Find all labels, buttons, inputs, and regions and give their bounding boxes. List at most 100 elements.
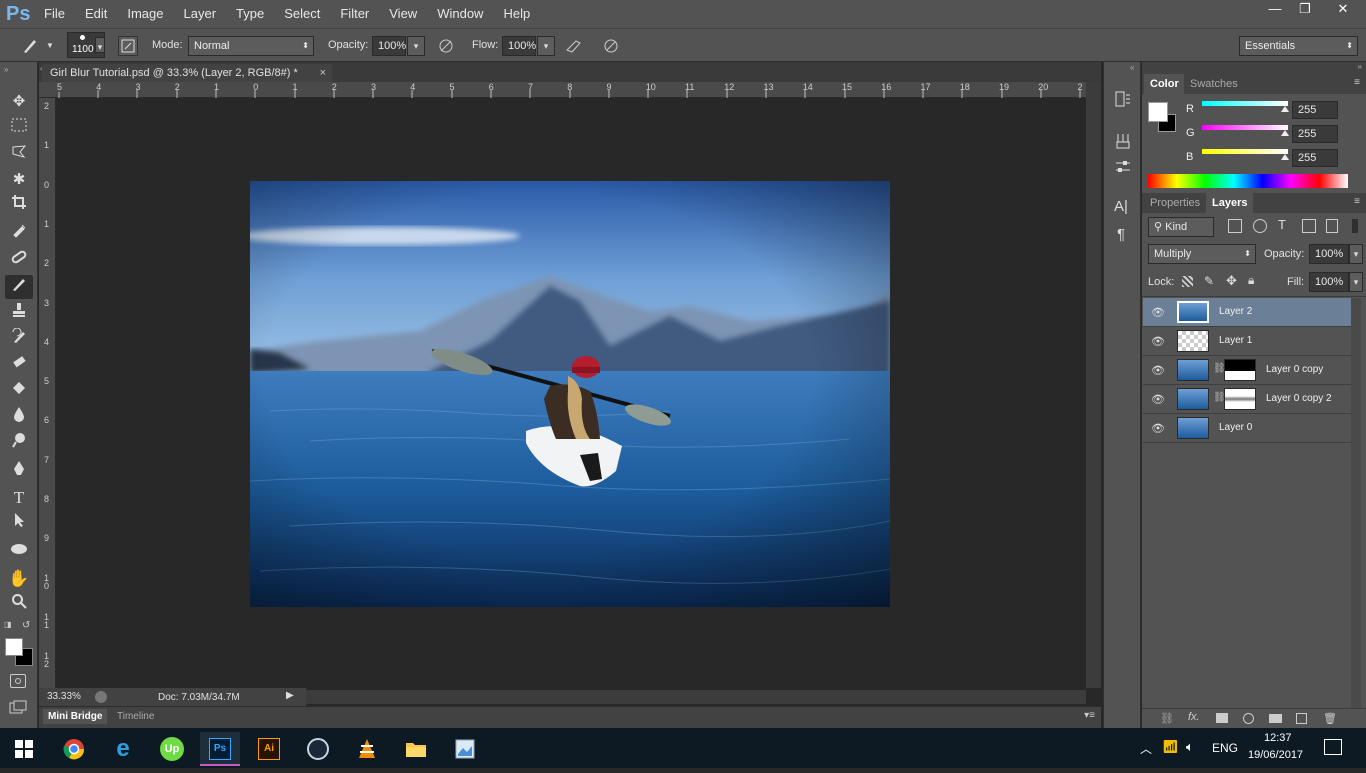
b-value-input[interactable]: 255	[1292, 149, 1338, 167]
status-menu-arrow-icon[interactable]: ▶	[286, 690, 294, 701]
zoom-tool-icon[interactable]	[5, 593, 33, 617]
new-group-icon[interactable]	[1269, 714, 1282, 723]
layer-name[interactable]: Layer 2	[1219, 306, 1252, 317]
path-selection-tool-icon[interactable]	[5, 512, 33, 536]
layer-opacity-input[interactable]: 100%	[1309, 244, 1349, 264]
lock-pixels-icon[interactable]: ✎	[1204, 274, 1214, 288]
foreground-color-swatch[interactable]	[5, 638, 23, 656]
visibility-eye-icon[interactable]: 👁︎	[1151, 422, 1165, 435]
layer-name[interactable]: Layer 1	[1219, 335, 1252, 346]
layer-mask-thumbnail[interactable]	[1224, 388, 1256, 410]
history-brush-tool-icon[interactable]	[5, 327, 33, 352]
photoshop-taskbar-icon[interactable]: Ps	[200, 732, 240, 766]
collapse-dock-icon[interactable]: »	[1358, 62, 1362, 71]
menu-filter[interactable]: Filter	[330, 0, 379, 28]
tab-color[interactable]: Color	[1144, 74, 1185, 94]
menu-select[interactable]: Select	[274, 0, 330, 28]
tab-properties[interactable]: Properties	[1144, 193, 1207, 213]
ellipse-tool-icon[interactable]	[5, 539, 33, 563]
g-slider[interactable]	[1202, 125, 1288, 130]
workspace-switcher[interactable]: Essentials ⬍	[1239, 36, 1358, 56]
chevron-down-icon[interactable]: ▼	[46, 41, 54, 50]
steam-icon[interactable]	[298, 732, 338, 766]
horizontal-scrollbar[interactable]	[306, 690, 1086, 704]
tab-mini-bridge[interactable]: Mini Bridge	[43, 709, 108, 724]
layer-name[interactable]: Layer 0	[1219, 422, 1252, 433]
chrome-icon[interactable]	[54, 732, 94, 766]
vertical-scrollbar[interactable]	[1086, 82, 1101, 688]
photos-app-icon[interactable]	[445, 732, 485, 766]
slider-thumb-icon[interactable]	[1281, 130, 1289, 136]
layer-mask-thumbnail[interactable]	[1224, 359, 1256, 381]
mode-select[interactable]: Normal ⬍	[188, 36, 314, 56]
minimize-button[interactable]: —	[1260, 0, 1290, 20]
lock-transparent-icon[interactable]	[1182, 276, 1193, 287]
layers-scrollbar[interactable]	[1351, 298, 1361, 708]
brush-panel-icon[interactable]	[1114, 158, 1132, 176]
opacity-dropdown[interactable]: ▾	[407, 36, 425, 56]
zoom-level[interactable]: 33.33%	[47, 691, 81, 702]
new-layer-icon[interactable]	[1296, 713, 1307, 724]
restore-button[interactable]: ❐	[1290, 0, 1320, 20]
flow-dropdown[interactable]: ▾	[537, 36, 555, 56]
file-explorer-icon[interactable]	[396, 732, 436, 766]
show-hidden-icons-icon[interactable]: ︿	[1140, 740, 1152, 757]
tab-swatches[interactable]: Swatches	[1184, 74, 1244, 94]
visibility-eye-icon[interactable]: 👁︎	[1151, 335, 1165, 348]
blur-tool-icon[interactable]	[5, 406, 33, 430]
fill-input[interactable]: 100%	[1309, 272, 1349, 292]
language-indicator[interactable]: ENG	[1212, 741, 1238, 755]
menu-window[interactable]: Window	[427, 0, 493, 28]
windows-start-icon[interactable]	[4, 732, 44, 766]
layer-row-layer-0[interactable]: 👁︎ Layer 0	[1143, 414, 1351, 443]
history-panel-icon[interactable]	[1114, 90, 1132, 108]
filter-toggle[interactable]	[1352, 219, 1358, 233]
menu-view[interactable]: View	[379, 0, 427, 28]
menu-type[interactable]: Type	[226, 0, 274, 28]
menu-image[interactable]: Image	[117, 0, 173, 28]
filter-smartobject-icon[interactable]	[1326, 219, 1338, 233]
upwork-icon[interactable]: Up	[152, 732, 192, 766]
brush-tool-icon[interactable]	[5, 275, 33, 299]
dodge-tool-icon[interactable]	[5, 432, 33, 456]
lasso-tool-icon[interactable]	[5, 142, 33, 166]
internet-explorer-icon[interactable]: e	[103, 732, 143, 766]
b-slider[interactable]	[1202, 149, 1288, 154]
panel-menu-icon[interactable]: ▾≡	[1084, 710, 1095, 721]
default-colors-icon[interactable]: ◨	[4, 620, 14, 630]
add-mask-icon[interactable]	[1216, 713, 1228, 723]
filter-pixel-icon[interactable]	[1228, 219, 1242, 233]
vlc-icon[interactable]	[347, 732, 387, 766]
paint-bucket-tool-icon[interactable]	[5, 380, 33, 404]
color-fg-swatch[interactable]	[1148, 102, 1168, 122]
paragraph-panel-icon[interactable]: ¶	[1117, 226, 1125, 243]
clock-date[interactable]: 19/06/2017	[1248, 749, 1303, 761]
filter-shape-icon[interactable]	[1302, 219, 1316, 233]
character-panel-icon[interactable]: A|	[1114, 198, 1128, 215]
close-document-icon[interactable]: ×	[320, 64, 326, 82]
layer-name[interactable]: Layer 0 copy	[1266, 364, 1323, 375]
new-adjustment-icon[interactable]	[1243, 713, 1254, 724]
status-info-icon[interactable]	[95, 691, 107, 703]
lock-position-icon[interactable]: ✥	[1226, 273, 1237, 289]
clone-stamp-tool-icon[interactable]	[5, 302, 33, 326]
collapse-toolbar-icon[interactable]: »	[4, 65, 8, 74]
slider-thumb-icon[interactable]	[1281, 154, 1289, 160]
brush-size-dropdown[interactable]: ▾	[95, 37, 105, 53]
fill-dropdown[interactable]: ▾	[1349, 272, 1363, 292]
g-value-input[interactable]: 255	[1292, 125, 1338, 143]
fx-icon[interactable]: fx.	[1188, 711, 1200, 723]
layer-name[interactable]: Layer 0 copy 2	[1266, 393, 1332, 404]
network-icon[interactable]: 📶︎	[1162, 739, 1179, 755]
link-layers-icon[interactable]: ⛓	[1160, 712, 1174, 725]
menu-edit[interactable]: Edit	[75, 0, 117, 28]
filter-kind-select[interactable]: ⚲ Kind	[1148, 217, 1214, 237]
trash-icon[interactable]: 🗑︎	[1323, 712, 1337, 725]
quick-mask-icon[interactable]	[10, 674, 26, 688]
blend-mode-select[interactable]: Multiply ⬍	[1148, 244, 1256, 264]
illustrator-taskbar-icon[interactable]: Ai	[249, 732, 289, 766]
hand-tool-icon[interactable]: ✋	[5, 567, 33, 591]
clock-time[interactable]: 12:37	[1264, 732, 1292, 744]
crop-tool-icon[interactable]	[5, 194, 33, 218]
document-image[interactable]	[250, 181, 890, 607]
